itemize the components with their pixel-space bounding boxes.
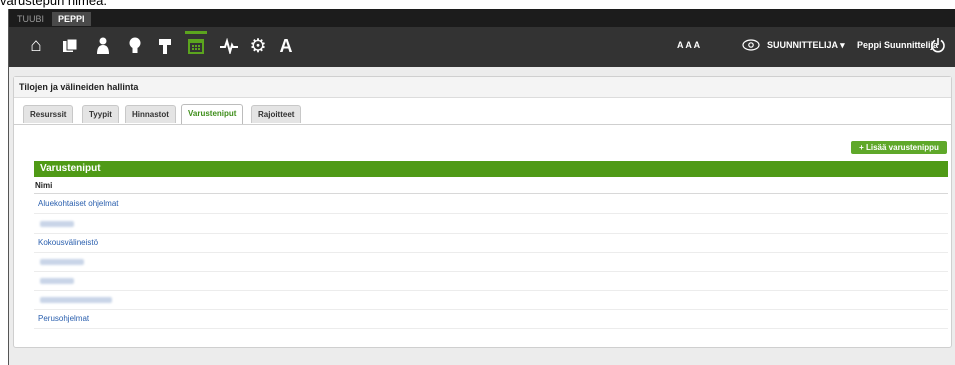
- column-header-name: Nimi: [35, 181, 53, 190]
- tab-resurssit[interactable]: Resurssit: [23, 105, 74, 123]
- redacted-text: [40, 259, 84, 265]
- table-row[interactable]: [34, 271, 948, 291]
- role-selector[interactable]: SUUNNITTELIJA ▾: [767, 40, 845, 51]
- person-icon[interactable]: [92, 34, 114, 58]
- table-row[interactable]: [34, 214, 948, 234]
- font-size-controls[interactable]: A A A: [677, 40, 700, 50]
- table-row[interactable]: [34, 290, 948, 310]
- home-icon[interactable]: ⌂: [25, 34, 47, 58]
- app-tab-tuubi[interactable]: TUUBI: [11, 12, 50, 26]
- caption-text: varustepun nimeä.: [0, 0, 107, 8]
- table-row[interactable]: Aluekohtaiset ohjelmat: [34, 194, 948, 214]
- tab-varusteniput[interactable]: Varusteniput: [181, 104, 244, 124]
- app-tab-peppi[interactable]: PEPPI: [52, 12, 91, 26]
- tab-tyypit[interactable]: Tyypit: [82, 105, 119, 123]
- main-nav: ⌂ ⚙ A A A A SUUNNITTELIJA ▾ Peppi Suunni…: [9, 27, 955, 67]
- hammer-icon[interactable]: [154, 34, 176, 58]
- gear-icon[interactable]: ⚙: [247, 34, 269, 58]
- tab-hinnastot[interactable]: Hinnastot: [125, 105, 176, 123]
- add-equipment-set-button[interactable]: + Lisää varustenippu: [851, 141, 947, 154]
- eye-icon: [741, 35, 761, 55]
- calendar-icon[interactable]: [185, 31, 207, 58]
- row-link[interactable]: Kokousvälineistö: [38, 238, 98, 247]
- panel-title: Tilojen ja välineiden hallinta: [14, 77, 951, 98]
- redacted-text: [40, 297, 112, 303]
- power-icon[interactable]: [928, 35, 948, 55]
- font-icon[interactable]: A: [275, 34, 297, 58]
- user-name: Peppi Suunnittelija: [857, 40, 939, 50]
- table-row[interactable]: Perusohjelmat: [34, 309, 948, 329]
- bulb-icon[interactable]: [124, 34, 146, 58]
- tab-rajoitteet[interactable]: Rajoitteet: [251, 105, 302, 123]
- browser-frame: TUUBI PEPPI ⌂ ⚙ A A A A SUUNNITTELIJA ▾ …: [8, 9, 955, 365]
- tab-bar: Resurssit Tyypit Hinnastot Varusteniput …: [14, 100, 951, 125]
- row-link[interactable]: Perusohjelmat: [38, 314, 89, 323]
- table-row[interactable]: [34, 252, 948, 272]
- pages-icon[interactable]: [59, 34, 81, 58]
- app-switcher: TUUBI PEPPI: [9, 9, 955, 27]
- row-link[interactable]: Aluekohtaiset ohjelmat: [38, 199, 119, 208]
- activity-icon[interactable]: [218, 34, 240, 58]
- management-panel: Tilojen ja välineiden hallinta Resurssit…: [13, 76, 952, 348]
- redacted-text: [40, 221, 74, 227]
- top-bar: TUUBI PEPPI ⌂ ⚙ A A A A SUUNNITTELIJA ▾ …: [9, 9, 955, 67]
- redacted-text: [40, 278, 74, 284]
- table-row[interactable]: Kokousvälineistö: [34, 233, 948, 253]
- section-title: Varusteniput: [34, 161, 948, 177]
